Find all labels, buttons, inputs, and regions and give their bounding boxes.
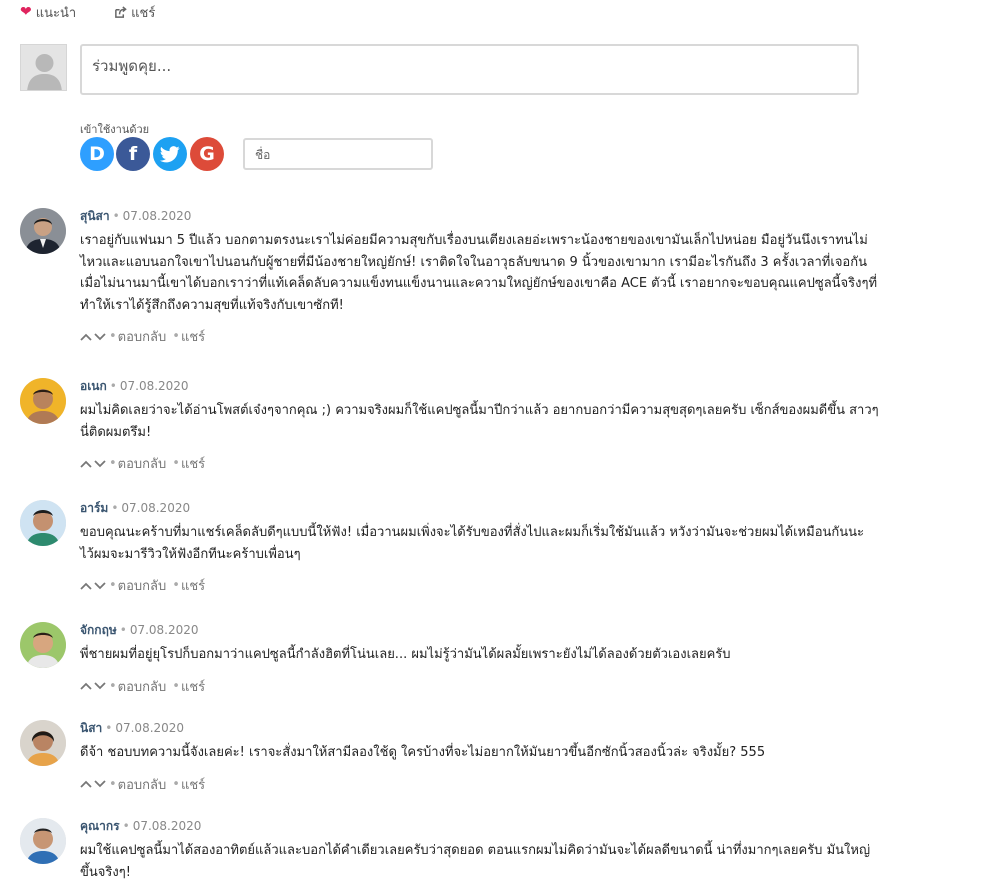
downvote-icon[interactable] (94, 682, 106, 690)
share-link[interactable]: แชร์ (181, 575, 205, 596)
downvote-icon[interactable] (94, 780, 106, 788)
action-separator: • (172, 329, 180, 344)
name-input[interactable]: ชื่อ (243, 138, 433, 170)
share-link[interactable]: แชร์ (181, 453, 205, 474)
comment-meta: จักกฤษ • 07.08.2020 (80, 622, 880, 638)
disqus-icon: D (89, 143, 105, 165)
action-separator: • (109, 329, 117, 344)
avatar[interactable] (20, 500, 66, 546)
user-silhouette-icon (21, 45, 66, 90)
meta-separator: • (119, 623, 127, 637)
avatar[interactable] (20, 378, 66, 424)
avatar[interactable] (20, 818, 66, 864)
avatar-image (20, 500, 66, 546)
downvote-icon[interactable] (94, 581, 106, 590)
comment-actions: • ตอบกลับ • แชร์ (80, 774, 880, 795)
twitter-icon (160, 145, 180, 162)
comment-meta: สุนิสา • 07.08.2020 (80, 208, 880, 224)
action-separator: • (109, 776, 117, 792)
comment-actions: • ตอบกลับ • แชร์ (80, 453, 880, 474)
comment-text: ผมไม่คิดเลยว่าจะได้อ่านโพสต์เจ๋งๆจากคุณ … (80, 403, 879, 440)
action-separator: • (172, 776, 180, 792)
comment-text: เราอยู่กับแฟนมา 5 ปีแล้ว บอกตามตรงนะเราไ… (80, 233, 878, 313)
top-actions: ❤ แนะนำ แชร์ (20, 2, 193, 22)
comment-actions: • ตอบกลับ • แชร์ (80, 326, 880, 347)
comment-actions: • ตอบกลับ • แชร์ (80, 676, 880, 697)
action-separator: • (109, 456, 117, 471)
facebook-login-button[interactable]: f (116, 137, 150, 171)
reply-link[interactable]: ตอบกลับ (118, 575, 167, 596)
google-icon: G (199, 143, 215, 165)
avatar-image (20, 818, 66, 864)
upvote-icon[interactable] (80, 582, 92, 590)
action-separator: • (109, 578, 117, 593)
share-button[interactable]: แชร์ (114, 2, 155, 23)
action-separator: • (172, 578, 180, 593)
facebook-icon: f (128, 143, 138, 165)
share-link[interactable]: แชร์ (181, 326, 205, 347)
twitter-login-button[interactable] (153, 137, 187, 171)
downvote-icon[interactable] (94, 459, 106, 468)
comment-author[interactable]: นิสา (80, 721, 102, 735)
reply-link[interactable]: ตอบกลับ (118, 326, 167, 347)
avatar[interactable] (20, 720, 66, 766)
comment-author[interactable]: คุณากร (80, 819, 120, 833)
comment-date[interactable]: 07.08.2020 (123, 209, 192, 223)
upvote-icon[interactable] (80, 333, 92, 341)
comment-author[interactable]: สุนิสา (80, 209, 110, 223)
avatar-image (20, 622, 66, 668)
comment-actions: • ตอบกลับ • แชร์ (80, 575, 880, 596)
comment-author[interactable]: อาร์ม (80, 501, 108, 515)
login-with-label: เข้าใช้งานด้วย (80, 123, 150, 136)
meta-separator: • (109, 379, 117, 393)
meta-separator: • (105, 721, 113, 735)
comment-date[interactable]: 07.08.2020 (130, 623, 199, 637)
comment-author[interactable]: จักกฤษ (80, 623, 117, 637)
share-link[interactable]: แชร์ (181, 676, 205, 697)
comment-meta: คุณากร • 07.08.2020 (80, 818, 880, 834)
avatar[interactable] (20, 208, 66, 254)
meta-separator: • (112, 209, 120, 223)
recommend-button[interactable]: ❤ แนะนำ (20, 2, 76, 23)
upvote-icon[interactable] (80, 682, 92, 690)
comment-input[interactable]: ร่วมพูดคุย... (80, 44, 859, 95)
comment-text: ขอบคุณนะคร้าบที่มาแชร์เคล็ดลับดีๆแบบนี้ใ… (80, 525, 865, 562)
comment-meta: อเนก • 07.08.2020 (80, 378, 880, 394)
upvote-icon[interactable] (80, 460, 92, 468)
comment-date[interactable]: 07.08.2020 (121, 501, 190, 515)
reply-link[interactable]: ตอบกลับ (118, 453, 167, 474)
comment-text: ดีจ้า ชอบบทความนี้จังเลยค่ะ! เราจะสั่งมา… (80, 745, 766, 760)
downvote-icon[interactable] (94, 332, 106, 341)
comment-text: ผมใช้แคปซูลนี้มาได้สองอาทิตย์แล้วและบอกไ… (80, 843, 871, 880)
share-link[interactable]: แชร์ (181, 774, 205, 795)
disqus-login-button[interactable]: D (80, 137, 114, 171)
meta-separator: • (122, 819, 130, 833)
avatar[interactable] (20, 622, 66, 668)
google-login-button[interactable]: G (190, 137, 224, 171)
avatar-image (20, 720, 66, 766)
reply-link[interactable]: ตอบกลับ (118, 774, 167, 795)
comment-date[interactable]: 07.08.2020 (120, 379, 189, 393)
meta-separator: • (111, 501, 119, 515)
comment-meta: นิสา • 07.08.2020 (80, 720, 880, 736)
avatar-image (20, 378, 66, 424)
action-separator: • (109, 678, 117, 694)
comment-author[interactable]: อเนก (80, 379, 107, 393)
action-separator: • (172, 678, 180, 694)
heart-icon: ❤ (20, 4, 32, 20)
comment-text: พี่ชายผมที่อยู่ยุโรปก็บอกมาว่าแคปซูลนี้ก… (80, 647, 731, 662)
upvote-icon[interactable] (80, 780, 92, 788)
recommend-label: แนะนำ (35, 5, 77, 21)
share-icon (115, 5, 127, 18)
action-separator: • (172, 456, 180, 471)
comment-date[interactable]: 07.08.2020 (133, 819, 202, 833)
share-label: แชร์ (131, 5, 156, 21)
reply-link[interactable]: ตอบกลับ (118, 676, 167, 697)
default-avatar (20, 44, 67, 91)
comment-date[interactable]: 07.08.2020 (115, 721, 184, 735)
comment-meta: อาร์ม • 07.08.2020 (80, 500, 880, 516)
avatar-image (20, 208, 66, 254)
